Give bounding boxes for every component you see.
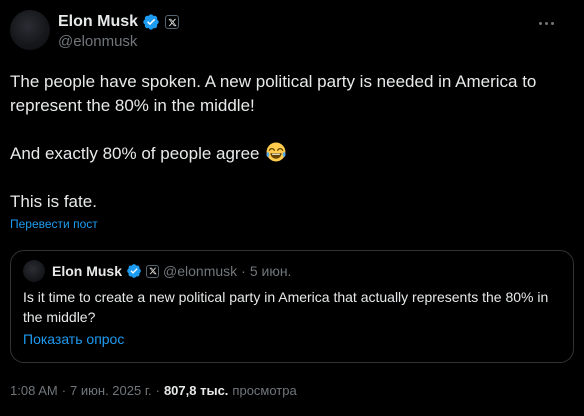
views-count: 807,8 тыс.: [163, 383, 229, 398]
author-name-row: Elon Musk: [58, 11, 180, 33]
avatar[interactable]: [10, 10, 50, 50]
quoted-avatar[interactable]: [23, 260, 45, 282]
quoted-date[interactable]: 5 июн.: [250, 263, 292, 279]
post-paragraph-2: And exactly 80% of people agree: [10, 142, 575, 166]
x-affiliation-icon[interactable]: [165, 15, 180, 29]
post-meta: 1:08 AM · 7 июн. 2025 г. · 807,8 тыс. пр…: [10, 383, 297, 398]
face-with-tears-of-joy-icon: [266, 142, 286, 162]
author-handle[interactable]: @elonmusk: [58, 33, 137, 50]
show-poll-link[interactable]: Показать опрос: [23, 331, 124, 347]
tweet: Elon Musk @elonmusk The people have spok…: [0, 0, 584, 416]
quoted-post[interactable]: Elon Musk @elonmusk · 5 июн. Is it time …: [10, 250, 574, 363]
post-date[interactable]: 7 июн. 2025 г.: [70, 383, 152, 398]
verified-badge-icon[interactable]: [142, 13, 160, 31]
translate-post-link[interactable]: Перевести пост: [10, 217, 98, 231]
quoted-display-name[interactable]: Elon Musk: [52, 263, 122, 279]
quoted-x-affiliation-icon: [146, 264, 160, 278]
meta-separator: ·: [155, 383, 160, 398]
quoted-verified-badge-icon: [126, 263, 142, 279]
post-paragraph-3: This is fate.: [10, 192, 97, 211]
post-paragraph-2-text: And exactly 80% of people agree: [10, 144, 260, 163]
quoted-text: Is it time to create a new political par…: [23, 289, 549, 325]
more-dot-icon: [550, 21, 554, 25]
quoted-handle: @elonmusk: [163, 263, 238, 279]
post-time[interactable]: 1:08 AM: [10, 383, 58, 398]
views-label: просмотра: [232, 383, 297, 398]
post-paragraph-1: The people have spoken. A new political …: [10, 72, 537, 115]
author-display-name[interactable]: Elon Musk: [58, 13, 138, 31]
quoted-separator: ·: [241, 263, 246, 279]
meta-separator: ·: [61, 383, 67, 398]
quoted-author-row: Elon Musk @elonmusk · 5 июн.: [52, 260, 291, 282]
more-dot-icon: [538, 21, 542, 25]
post-text: The people have spoken. A new political …: [10, 70, 575, 214]
more-dot-icon: [544, 21, 548, 25]
more-options-button[interactable]: [535, 14, 557, 32]
